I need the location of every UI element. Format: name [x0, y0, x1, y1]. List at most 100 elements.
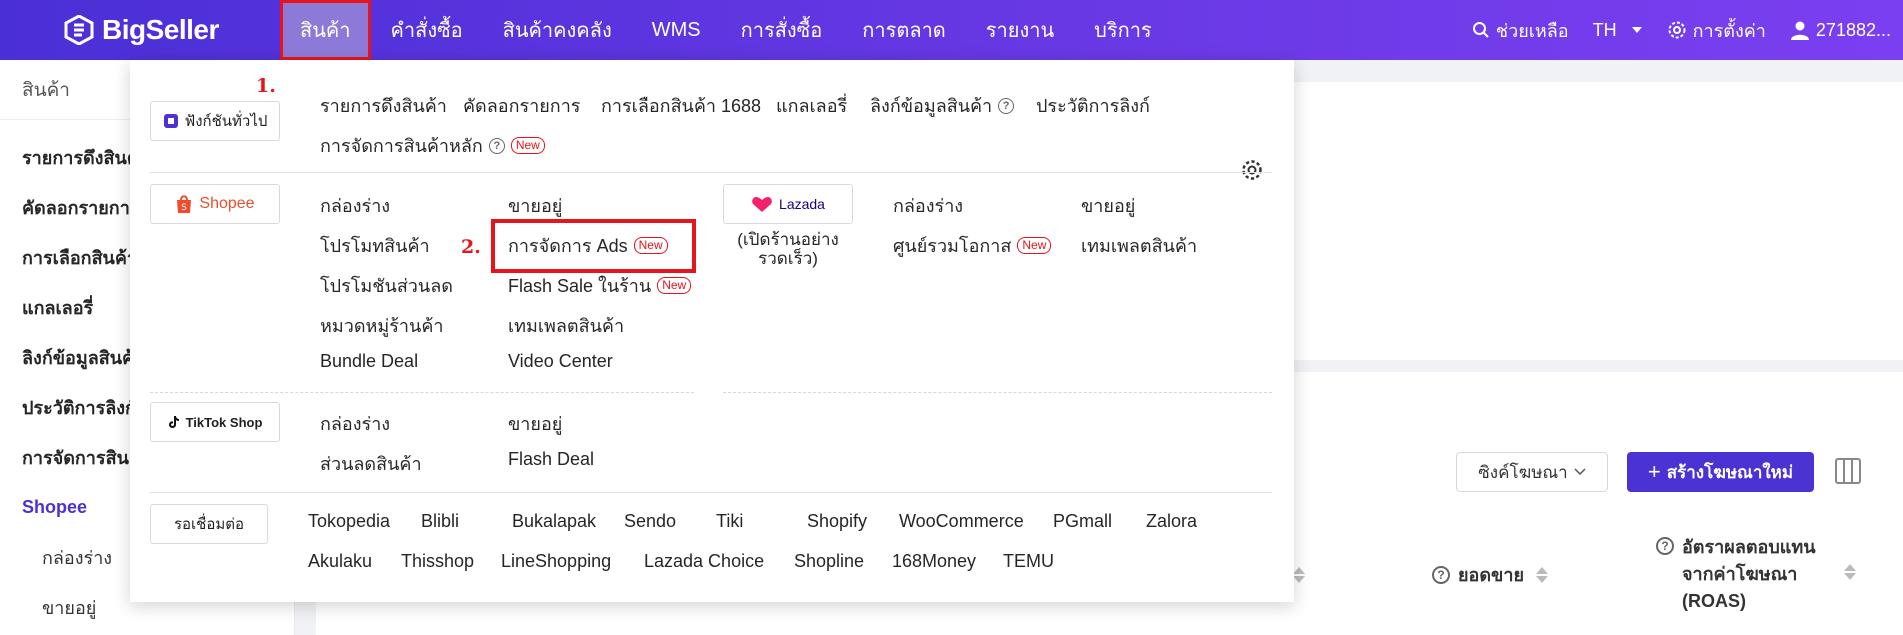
menu-item-listing-pull[interactable]: รายการดึงสินค้า: [320, 91, 447, 120]
lazada-menu-active[interactable]: ขายอยู่: [1081, 191, 1135, 220]
menu-item-product-link-label: ลิงก์ข้อมูลสินค้า: [870, 96, 993, 116]
platform-blibli[interactable]: Blibli: [421, 511, 459, 532]
help-label: ช่วยเหลือ: [1495, 20, 1569, 41]
menu-item-link-history[interactable]: ประวัติการลิงก์: [1036, 91, 1150, 120]
account-menu[interactable]: 271882...: [1778, 20, 1903, 41]
lazada-badge-label: Lazada: [779, 196, 825, 212]
divider: [723, 392, 1272, 393]
platform-shopline[interactable]: Shopline: [794, 551, 864, 572]
shopee-menu-flash-sale[interactable]: Flash Sale ในร้าน New: [508, 271, 692, 300]
platform-168money[interactable]: 168Money: [892, 551, 976, 572]
menu-item-1688[interactable]: การเลือกสินค้า 1688: [601, 91, 761, 120]
table-header-roas-label: อัตราผลตอบแทนจากค่าโฆษณา (ROAS): [1682, 537, 1816, 611]
settings-link[interactable]: การตั้งค่า: [1655, 16, 1778, 45]
nav-reports[interactable]: รายงาน: [966, 0, 1074, 60]
step-1-marker: 1.: [256, 75, 276, 97]
platform-sendo[interactable]: Sendo: [624, 511, 676, 532]
svg-text:S: S: [182, 203, 188, 213]
platform-shopify[interactable]: Shopify: [807, 511, 867, 532]
user-icon: [1790, 21, 1809, 40]
sync-ads-button[interactable]: ซิงค์โฆษณา: [1456, 452, 1608, 492]
sort-icon: [1292, 566, 1305, 583]
lazada-quick-open-note[interactable]: (เปิดร้านอย่างรวดเร็ว): [723, 230, 853, 268]
tiktok-menu-product-discount[interactable]: ส่วนลดสินค้า: [320, 449, 422, 478]
general-functions-label: ฟังก์ชันทั่วไป: [184, 113, 268, 130]
shopee-badge-label: Shopee: [199, 195, 255, 212]
bigseller-logo[interactable]: BigSeller: [64, 13, 219, 47]
shopee-menu-video-center[interactable]: Video Center: [508, 351, 613, 372]
shopee-menu-bundle-deal[interactable]: Bundle Deal: [320, 351, 418, 372]
menu-item-product-link[interactable]: ลิงก์ข้อมูลสินค้า ?: [870, 91, 1015, 120]
new-tag: New: [657, 277, 692, 294]
pending-connection-badge: รอเชื่อมต่อ: [150, 504, 268, 544]
lazada-menu-opportunity-center[interactable]: ศูนย์รวมโอกาส New: [893, 231, 1052, 260]
platform-woocommerce[interactable]: WooCommerce: [899, 511, 1024, 532]
shopee-menu-promote-product[interactable]: โปรโมทสินค้า: [320, 231, 430, 260]
help-icon: ?: [1432, 565, 1450, 584]
sort-icon: [1536, 566, 1549, 583]
platform-akulaku[interactable]: Akulaku: [308, 551, 372, 572]
products-mega-menu: ฟังก์ชันทั่วไป รายการดึงสินค้า คัดลอกราย…: [130, 60, 1294, 602]
nav-services[interactable]: บริการ: [1074, 0, 1172, 60]
settings-label: การตั้งค่า: [1692, 20, 1766, 41]
new-tag: New: [510, 137, 545, 154]
shopee-menu-shop-category[interactable]: หมวดหมู่ร้านค้า: [320, 311, 444, 340]
nav-orders[interactable]: คำสั่งซื้อ: [371, 0, 483, 60]
shopee-menu-product-template[interactable]: เทมเพลตสินค้า: [508, 311, 624, 340]
platform-temu[interactable]: TEMU: [1003, 551, 1054, 572]
search-icon: [1472, 22, 1489, 38]
shopee-menu-discount-promo[interactable]: โปรโมชันส่วนลด: [320, 271, 453, 300]
general-functions-badge: ฟังก์ชันทั่วไป: [150, 101, 280, 141]
caret-down-icon: [1631, 27, 1642, 33]
shopee-badge: S Shopee: [150, 184, 280, 224]
menu-item-master-product[interactable]: การจัดการสินค้าหลัก ? New: [320, 131, 545, 160]
shopee-menu-draft[interactable]: กล่องร่าง: [320, 191, 390, 220]
table-header-sales-label: ยอดขาย: [1458, 565, 1525, 585]
nav-products[interactable]: สินค้า: [280, 0, 371, 60]
table-header-roas[interactable]: ? อัตราผลตอบแทนจากค่าโฆษณา (ROAS): [1656, 534, 1856, 615]
step-2-marker: 2.: [461, 236, 481, 258]
platform-lineshopping[interactable]: LineShopping: [501, 551, 611, 572]
bigseller-logo-icon: [64, 15, 94, 45]
gear-icon: [1668, 21, 1686, 39]
table-header-sales[interactable]: ? ยอดขาย: [1432, 560, 1549, 589]
menu-item-copy-listing[interactable]: คัดลอกรายการ: [463, 91, 580, 120]
shopee-menu-active[interactable]: ขายอยู่: [508, 191, 562, 220]
menu-item-master-product-label: การจัดการสินค้าหลัก: [320, 136, 483, 156]
lazada-menu-opportunity-center-label: ศูนย์รวมโอกาส: [893, 236, 1012, 256]
language-select[interactable]: TH: [1581, 20, 1655, 41]
pending-connection-label: รอเชื่อมต่อ: [173, 516, 245, 533]
menu-item-gallery[interactable]: แกลเลอรี่: [776, 91, 847, 120]
menu-settings-gear-icon[interactable]: [1240, 158, 1264, 182]
platform-lazada-choice[interactable]: Lazada Choice: [644, 551, 764, 572]
create-ad-button[interactable]: + สร้างโฆษณาใหม่: [1627, 452, 1814, 492]
platform-bukalapak[interactable]: Bukalapak: [512, 511, 596, 532]
nav-inventory[interactable]: สินค้าคงคลัง: [483, 0, 632, 60]
platform-thisshop[interactable]: Thisshop: [401, 551, 474, 572]
lazada-menu-draft[interactable]: กล่องร่าง: [893, 191, 963, 220]
tiktok-menu-active[interactable]: ขายอยู่: [508, 409, 562, 438]
help-link[interactable]: ช่วยเหลือ: [1460, 16, 1581, 45]
sync-ads-label: ซิงค์โฆษณา: [1478, 462, 1568, 482]
shopee-logo-icon: S: [177, 195, 192, 213]
platform-zalora[interactable]: Zalora: [1146, 511, 1197, 532]
platform-pgmall[interactable]: PGmall: [1053, 511, 1112, 532]
platform-tiki[interactable]: Tiki: [716, 511, 743, 532]
shopee-menu-flash-sale-label: Flash Sale ในร้าน: [508, 276, 652, 296]
nav-marketing[interactable]: การตลาด: [842, 0, 966, 60]
lazada-menu-product-template[interactable]: เทมเพลตสินค้า: [1081, 231, 1197, 260]
create-ad-label: สร้างโฆษณาใหม่: [1666, 462, 1794, 482]
nav-wms[interactable]: WMS: [632, 0, 721, 60]
tiktok-shop-badge: TikTok Shop: [150, 402, 280, 442]
chevron-down-icon: [1574, 468, 1586, 476]
new-tag: New: [1017, 237, 1052, 254]
lazada-logo-icon: [752, 197, 772, 212]
header-actions: ช่วยเหลือ TH การตั้งค่า 271882...: [1460, 0, 1903, 60]
tiktok-menu-draft[interactable]: กล่องร่าง: [320, 409, 390, 438]
tiktok-menu-flash-deal[interactable]: Flash Deal: [508, 449, 594, 470]
platform-tokopedia[interactable]: Tokopedia: [308, 511, 390, 532]
column-settings-icon[interactable]: [1835, 458, 1861, 484]
nav-purchase[interactable]: การสั่งซื้อ: [721, 0, 843, 60]
help-icon: ?: [998, 97, 1015, 114]
tiktok-shop-badge-label: TikTok Shop: [185, 414, 263, 430]
